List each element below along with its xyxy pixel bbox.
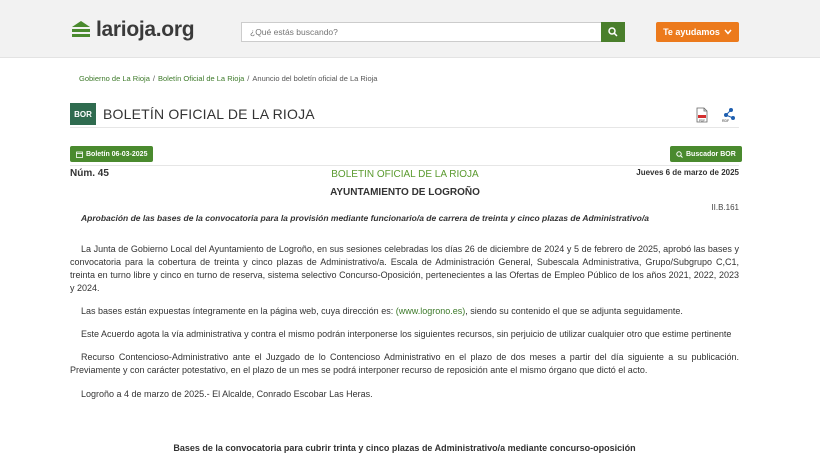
help-label: Te ayudamos xyxy=(663,27,720,37)
issuer-heading: AYUNTAMIENTO DE LOGROÑO xyxy=(330,187,480,198)
bor-header: BOR BOLETÍN OFICIAL DE LA RIOJA PDF RDF xyxy=(70,103,739,128)
paragraph-2-text-end: , siendo su contenido el que se adjunta … xyxy=(465,306,683,316)
bulletin-date: Jueves 6 de marzo de 2025 xyxy=(636,168,739,177)
announcement-subtitle: Aprobación de las bases de la convocator… xyxy=(81,213,649,223)
help-button[interactable]: Te ayudamos xyxy=(656,22,739,42)
breadcrumb-separator: / xyxy=(152,74,155,83)
breadcrumb: Gobierno de La Rioja / Boletín Oficial d… xyxy=(79,74,377,83)
paragraph-5: Logroño a 4 de marzo de 2025.- El Alcald… xyxy=(81,389,373,399)
boletin-date-label: Boletín 06-03-2025 xyxy=(86,150,148,158)
paragraph-1: La Junta de Gobierno Local del Ayuntamie… xyxy=(70,244,739,293)
announcement-code: II.B.161 xyxy=(711,203,739,212)
top-header: larioja.org Te ayudamos xyxy=(0,0,820,58)
page-title: BOLETÍN OFICIAL DE LA RIOJA xyxy=(103,106,315,122)
chevron-down-icon xyxy=(724,29,732,35)
logrono-website-link[interactable]: (www.logrono.es) xyxy=(396,306,466,316)
search-bar xyxy=(241,22,625,42)
paragraph-4: Recurso Contencioso-Administrativo ante … xyxy=(70,352,739,375)
breadcrumb-separator: / xyxy=(247,74,250,83)
pdf-icon-label: PDF xyxy=(699,118,705,122)
search-button[interactable] xyxy=(601,22,625,42)
bulletin-number: Núm. 45 xyxy=(70,168,109,179)
pdf-icon[interactable]: PDF xyxy=(696,107,708,123)
larioja-logo-icon xyxy=(72,21,90,37)
rdf-icon[interactable]: RDF xyxy=(718,107,736,123)
breadcrumb-item-current: Anuncio del boletín oficial de La Rioja xyxy=(252,74,378,83)
search-icon xyxy=(676,150,683,158)
calendar-icon xyxy=(76,151,83,158)
logo-text: larioja.org xyxy=(96,18,195,41)
buscador-bor-label: Buscador BOR xyxy=(686,150,736,158)
buscador-bor-button[interactable]: Buscador BOR xyxy=(670,146,742,162)
bases-heading: Bases de la convocatoria para cubrir tri… xyxy=(173,443,636,453)
breadcrumb-item-bor[interactable]: Boletín Oficial de La Rioja xyxy=(158,74,244,83)
bulletin-name: BOLETIN OFICIAL DE LA RIOJA xyxy=(331,169,479,180)
bor-logo[interactable]: BOR xyxy=(70,103,96,125)
divider xyxy=(70,165,739,166)
paragraph-2-text: Las bases están expuestas íntegramente e… xyxy=(81,306,396,316)
boletin-date-button[interactable]: Boletín 06-03-2025 xyxy=(70,146,154,162)
site-logo[interactable]: larioja.org xyxy=(70,17,195,43)
search-input[interactable] xyxy=(241,22,601,42)
search-icon xyxy=(608,27,618,37)
paragraph-3: Este Acuerdo agota la vía administrativa… xyxy=(81,329,732,339)
paragraph-2: Las bases están expuestas íntegramente e… xyxy=(70,305,739,318)
rdf-icon-label: RDF xyxy=(722,119,729,123)
breadcrumb-item-gobierno[interactable]: Gobierno de La Rioja xyxy=(79,74,150,83)
